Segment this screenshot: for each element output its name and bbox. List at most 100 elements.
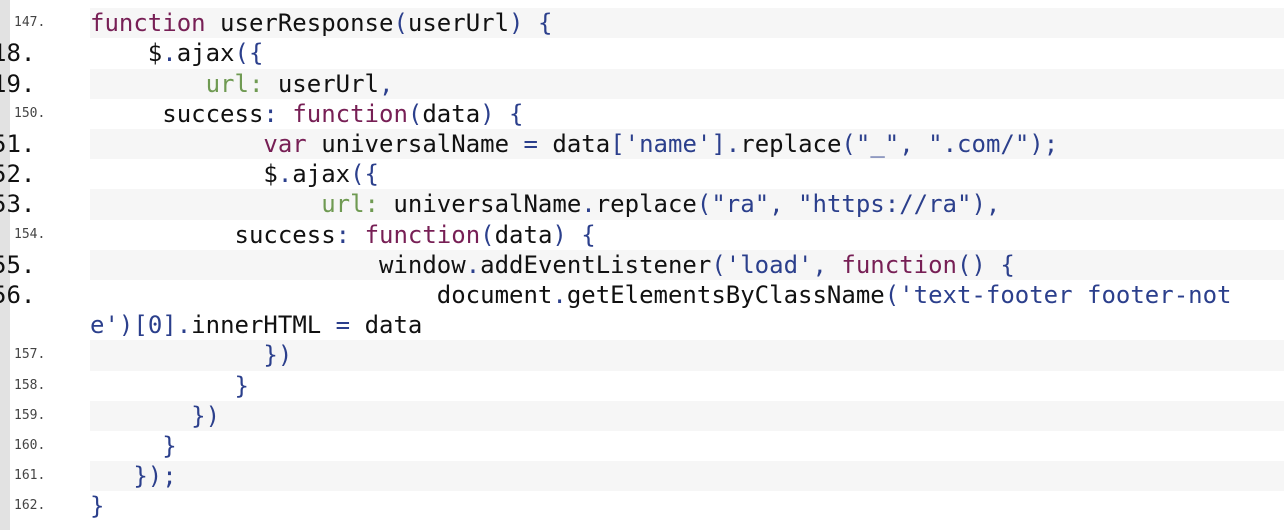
line-number: 52. [0, 160, 36, 189]
code-text: document.getElementsByClassName('text-fo… [90, 280, 1284, 340]
code-token: ( [711, 250, 726, 279]
code-token: ]. [711, 130, 741, 159]
code-lines: 146.147.function userResponse(userUrl) {… [0, 0, 1284, 530]
code-text: }) [90, 340, 1284, 371]
line-number: 18. [0, 39, 36, 68]
code-line: 56. document.getElementsByClassName('tex… [0, 280, 1284, 340]
code-token: ( [696, 190, 712, 219]
code-text: success: function(data) { [90, 99, 1284, 129]
code-text: function userResponse(userUrl) { [90, 8, 1284, 39]
code-token: : [263, 99, 278, 128]
code-token: function [364, 220, 481, 249]
code-viewer: 146.147.function userResponse(userUrl) {… [0, 0, 1284, 530]
code-token: ajax [292, 160, 351, 189]
code-token: ( [841, 130, 856, 159]
code-token: ( [393, 9, 408, 38]
code-line: 158. } [0, 371, 1284, 401]
code-line: 19. url: userUrl, [0, 68, 1284, 99]
code-token: = [523, 130, 538, 159]
code-token: window [90, 250, 466, 279]
code-text: window.addEventListener('load', function… [90, 249, 1284, 281]
code-token: universalName [306, 130, 524, 159]
code-token: universalName [378, 190, 582, 219]
line-number: 146. [0, 0, 90, 8]
code-token: userUrl [407, 9, 510, 38]
code-token: . [465, 250, 481, 279]
code-token: : [335, 220, 351, 249]
code-line: 51. var universalName = data['name'].rep… [0, 129, 1284, 160]
code-token: . [162, 39, 177, 68]
line-number: 51. [0, 130, 36, 159]
code-line: 53. url: universalName.replace("ra", "ht… [0, 189, 1284, 220]
code-line: 162.} [0, 491, 1284, 521]
code-token: url: [321, 190, 379, 219]
code-line: 146. [0, 0, 1284, 8]
code-text: } [90, 431, 1284, 461]
line-number: 162. [14, 498, 46, 514]
code-token: data [350, 311, 423, 340]
code-line: 55. window.addEventListener('load', func… [0, 249, 1284, 281]
code-token: "_" [855, 130, 900, 159]
line-number: 147. [14, 15, 46, 31]
code-token: ( [407, 99, 423, 128]
code-token: url: [205, 69, 264, 98]
code-token: ajax [176, 39, 235, 68]
line-number: 158. [14, 377, 46, 393]
code-token: ".com/" [928, 130, 1030, 159]
code-token: $ [90, 39, 163, 68]
line-number: 154. [14, 226, 46, 242]
code-token: 'name' [624, 130, 712, 159]
code-token: success [90, 220, 336, 249]
code-line: 154. success: function(data) { [0, 220, 1284, 250]
code-token: ]. [162, 311, 192, 340]
code-line: 160. } [0, 431, 1284, 461]
line-number: 19. [0, 69, 36, 98]
code-token: "ra" [711, 190, 770, 219]
code-line: 18. $.ajax({ [0, 38, 1284, 68]
code-token: ) { [509, 9, 553, 38]
code-token: 'load' [725, 250, 813, 279]
code-token: }); [133, 462, 177, 491]
code-token: , [899, 130, 929, 159]
code-token: function [841, 250, 957, 279]
code-token: } [234, 371, 249, 400]
code-token: function [90, 9, 206, 38]
code-token: data [537, 130, 611, 159]
code-text: var universalName = data['name'].replace… [90, 129, 1284, 160]
code-text: url: universalName.replace("ra", "https:… [90, 189, 1284, 220]
code-token: userResponse [205, 9, 394, 38]
code-token: ( [884, 281, 900, 310]
code-text: $.ajax({ [90, 159, 1284, 189]
code-token: ( [480, 220, 495, 249]
code-token: . [581, 190, 596, 219]
code-text: $.ajax({ [90, 38, 1284, 68]
code-token: document [90, 281, 553, 310]
code-token: , [378, 69, 394, 98]
code-token: getElementsByClassName [566, 281, 885, 310]
code-text: } [90, 371, 1284, 401]
code-token: . [277, 160, 293, 189]
code-text: url: userUrl, [90, 68, 1284, 99]
code-token: data [494, 220, 553, 249]
code-token: ({ [350, 160, 379, 189]
line-number: 56. [0, 281, 36, 310]
code-token: ); [1029, 130, 1059, 159]
code-line: 161. }); [0, 461, 1284, 492]
code-token: } [90, 492, 105, 521]
code-token: [ [610, 130, 625, 159]
code-token: , [769, 190, 799, 219]
code-token: ) { [480, 99, 524, 128]
code-token: }) [191, 401, 221, 430]
code-line: 163. [0, 522, 1284, 530]
code-token: ), [971, 190, 1001, 219]
line-number: 157. [14, 347, 46, 363]
code-token: innerHTML [191, 311, 336, 340]
code-token: 0 [147, 311, 163, 340]
code-token: $ [90, 160, 278, 189]
